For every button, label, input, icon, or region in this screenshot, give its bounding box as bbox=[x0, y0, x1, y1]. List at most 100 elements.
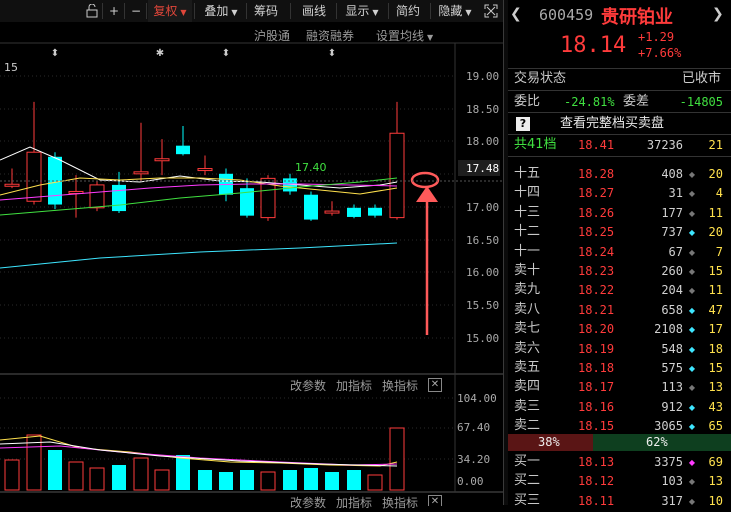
price-tick-label: 17.48 bbox=[466, 162, 500, 175]
fullscreen-icon[interactable] bbox=[480, 0, 502, 22]
asks-row[interactable]: 卖十 18.23 260 ◆ 15 bbox=[508, 261, 731, 281]
asks-row[interactable]: 十五 18.28 408 ◆ 20 bbox=[508, 164, 731, 184]
zoom-in-button[interactable]: + bbox=[104, 0, 124, 22]
volume-bar[interactable] bbox=[154, 469, 170, 491]
asks-row[interactable]: 卖九 18.22 204 ◆ 11 bbox=[508, 280, 731, 300]
candle[interactable] bbox=[197, 155, 213, 176]
candle[interactable] bbox=[26, 101, 42, 205]
bids-row[interactable]: 买一 18.13 3375 ◆ 69 bbox=[508, 452, 731, 472]
level-label: 十四 bbox=[514, 185, 541, 201]
chevron-left-icon[interactable]: ❮ bbox=[510, 6, 522, 22]
draw-button[interactable]: 画线 bbox=[296, 0, 332, 22]
event-marker-icon[interactable]: ⬍ bbox=[51, 48, 59, 59]
event-marker-icon[interactable]: ✱ bbox=[156, 48, 164, 59]
close-icon[interactable]: ✕ bbox=[428, 378, 442, 392]
asks-row[interactable]: 十二 18.25 737 ◆ 20 bbox=[508, 222, 731, 242]
candle[interactable] bbox=[154, 139, 170, 176]
chip-button[interactable]: 筹码 bbox=[248, 0, 284, 22]
level-label: 卖四 bbox=[514, 379, 541, 395]
level-count: 20 bbox=[708, 225, 723, 240]
overlay-dropdown[interactable]: 叠加 ▼ bbox=[198, 0, 244, 22]
level-volume: 737 bbox=[661, 225, 683, 240]
volume-bar[interactable] bbox=[89, 467, 105, 491]
simple-button[interactable]: 简约 bbox=[390, 0, 426, 22]
volume-bar[interactable] bbox=[304, 468, 318, 490]
zoom-out-button[interactable]: − bbox=[126, 0, 146, 22]
candle[interactable] bbox=[389, 101, 405, 220]
candle[interactable] bbox=[4, 168, 20, 189]
event-marker-icon[interactable]: ⬍ bbox=[328, 48, 336, 59]
asks-row[interactable]: 卖三 18.16 912 ◆ 43 bbox=[508, 397, 731, 417]
level-volume: 2108 bbox=[654, 322, 683, 337]
level-price: 18.19 bbox=[578, 341, 615, 356]
volume-bar[interactable] bbox=[347, 470, 361, 490]
candle[interactable] bbox=[368, 204, 382, 218]
volume-bar[interactable] bbox=[367, 474, 383, 491]
price-tick-label: 17.00 bbox=[466, 200, 500, 214]
candle[interactable] bbox=[176, 126, 190, 156]
indicator-params-button[interactable]: 改参数 bbox=[290, 377, 326, 394]
hide-label: 隐藏 bbox=[438, 4, 463, 18]
total-count: 21 bbox=[708, 138, 723, 152]
volume-bar[interactable] bbox=[48, 450, 62, 490]
lock-icon[interactable] bbox=[82, 0, 102, 22]
bottom-params-button[interactable]: 改参数 bbox=[290, 494, 326, 511]
asks-row[interactable]: 十一 18.24 67 ◆ 7 bbox=[508, 242, 731, 262]
volume-bar[interactable] bbox=[260, 471, 276, 491]
asks-row[interactable]: 十四 18.27 31 ◆ 4 bbox=[508, 183, 731, 203]
bottom-switch-button[interactable]: 换指标 bbox=[382, 494, 418, 511]
asks-row[interactable]: 卖七 18.20 2108 ◆ 17 bbox=[508, 319, 731, 339]
volume-bar[interactable] bbox=[325, 472, 339, 490]
show-dropdown[interactable]: 显示 ▼ bbox=[338, 0, 386, 22]
candle[interactable] bbox=[48, 152, 62, 210]
volume-bar[interactable] bbox=[283, 470, 297, 490]
level-price: 18.17 bbox=[578, 380, 615, 395]
bids-row[interactable]: 买三 18.11 317 ◆ 10 bbox=[508, 491, 731, 511]
level-count: 18 bbox=[708, 341, 723, 356]
full-depth-link[interactable]: ? 查看完整档买卖盘 bbox=[508, 114, 731, 134]
level-volume: 548 bbox=[661, 341, 683, 356]
level-marker-icon: ◆ bbox=[688, 402, 695, 412]
asks-row[interactable]: 十三 18.26 177 ◆ 11 bbox=[508, 203, 731, 223]
fq-dropdown[interactable]: 复权 ▼ bbox=[148, 0, 192, 22]
volume-bar[interactable] bbox=[133, 457, 149, 491]
level-price: 18.11 bbox=[578, 493, 615, 508]
bids-row[interactable]: 买二 18.12 103 ◆ 13 bbox=[508, 471, 731, 491]
indicator-switch-button[interactable]: 换指标 bbox=[382, 377, 418, 394]
bottom-add-button[interactable]: 加指标 bbox=[336, 494, 372, 511]
indicator-add-button[interactable]: 加指标 bbox=[336, 377, 372, 394]
asks-row[interactable]: 卖八 18.21 658 ◆ 47 bbox=[508, 300, 731, 320]
candle[interactable] bbox=[112, 171, 126, 214]
chevron-down-icon: ▼ bbox=[231, 8, 238, 17]
level-marker-icon: ◆ bbox=[688, 344, 695, 354]
candle[interactable] bbox=[304, 191, 318, 221]
chevron-right-icon[interactable]: ❯ bbox=[712, 6, 724, 22]
asks-row[interactable]: 卖六 18.19 548 ◆ 18 bbox=[508, 339, 731, 359]
level-volume: 3375 bbox=[654, 455, 683, 469]
wc-label: 委差 bbox=[623, 94, 650, 109]
asks-row[interactable]: 卖五 18.18 575 ◆ 15 bbox=[508, 358, 731, 378]
volume-bar[interactable] bbox=[68, 461, 84, 491]
candle[interactable] bbox=[347, 204, 361, 219]
asks-row[interactable]: 卖四 18.17 113 ◆ 13 bbox=[508, 377, 731, 397]
volume-bar[interactable] bbox=[198, 470, 212, 490]
hide-dropdown[interactable]: 隐藏 ▼ bbox=[432, 0, 478, 22]
volume-bar[interactable] bbox=[112, 465, 126, 490]
candle[interactable] bbox=[324, 201, 340, 216]
volume-bar[interactable] bbox=[176, 455, 190, 490]
level-label: 卖三 bbox=[514, 398, 541, 414]
event-marker-icon[interactable]: ⬍ bbox=[222, 48, 230, 59]
level-marker-icon: ◆ bbox=[688, 189, 695, 199]
volume-bar[interactable] bbox=[4, 459, 20, 491]
close-icon[interactable]: ✕ bbox=[428, 495, 442, 506]
candle[interactable] bbox=[133, 122, 149, 182]
level-label: 卖六 bbox=[514, 340, 541, 356]
volume-bar[interactable] bbox=[219, 472, 233, 490]
level-label: 买一 bbox=[514, 454, 541, 469]
fq-label: 复权 bbox=[153, 4, 178, 18]
candlestick-chart[interactable]: ⬍ ✱ ⬍ ⬍ bbox=[0, 40, 503, 505]
level-count: 43 bbox=[708, 399, 723, 414]
level-count: 17 bbox=[708, 322, 723, 337]
volume-bar[interactable] bbox=[389, 427, 405, 491]
volume-bar[interactable] bbox=[240, 470, 254, 490]
